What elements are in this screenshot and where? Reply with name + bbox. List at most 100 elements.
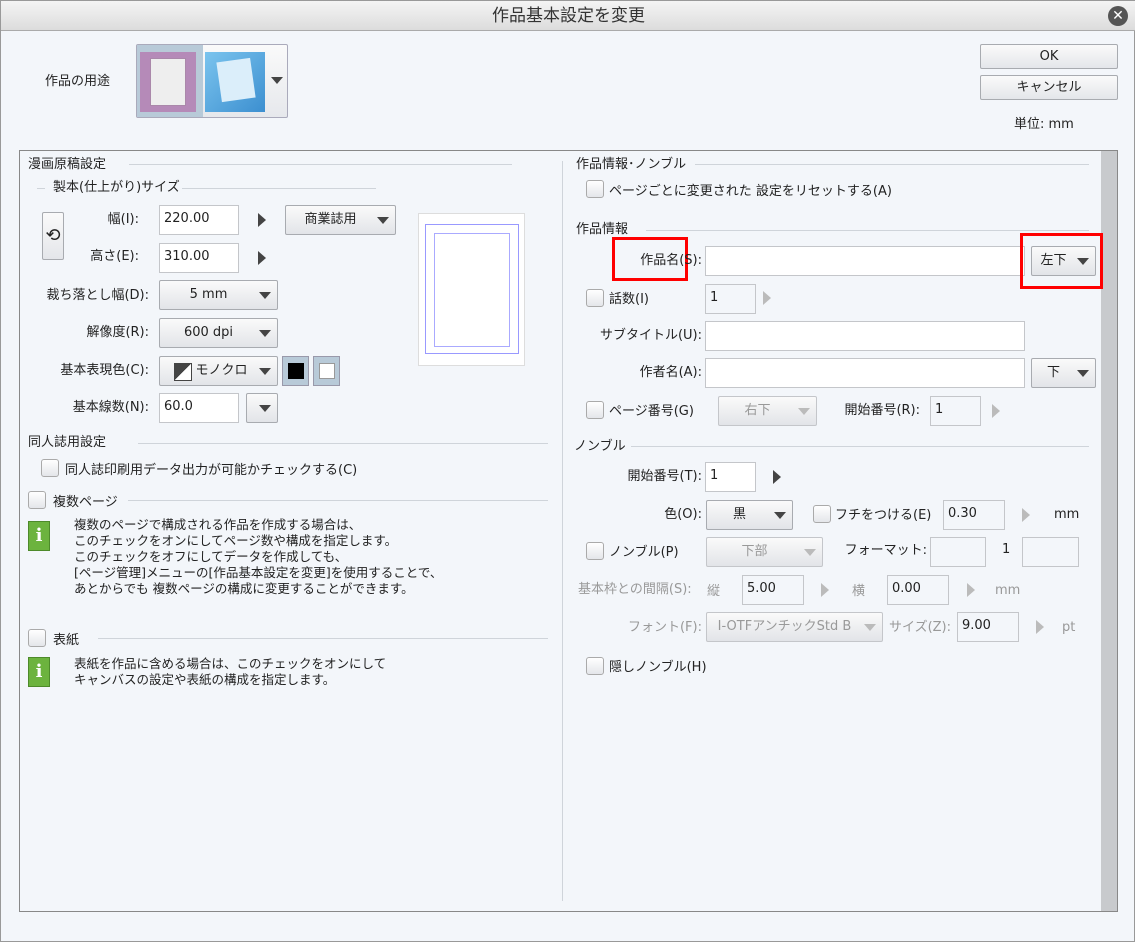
comic-purpose-button[interactable] bbox=[137, 45, 203, 117]
width-arrow-icon[interactable] bbox=[258, 213, 266, 227]
font-label: フォント(F): bbox=[627, 620, 702, 635]
page-number-label: ページ番号(G) bbox=[609, 404, 694, 419]
nombre-color-dropdown[interactable]: 黒 bbox=[706, 500, 793, 530]
nombre-heading: ノンブル bbox=[574, 439, 626, 454]
format-number: 1 bbox=[1002, 542, 1011, 557]
vertical-gap-input[interactable]: 5.00 bbox=[742, 575, 804, 605]
work-info-nombre-heading: 作品情報･ノンブル bbox=[576, 157, 687, 172]
episode-input[interactable]: 1 bbox=[705, 284, 756, 314]
subtitle-input[interactable] bbox=[705, 321, 1025, 351]
size-heading: 製本(仕上がり)サイズ bbox=[53, 180, 180, 195]
resolution-dropdown[interactable]: 600 dpi bbox=[159, 318, 278, 348]
white-color-button[interactable] bbox=[313, 356, 340, 386]
cancel-button[interactable]: キャンセル bbox=[980, 75, 1118, 100]
episode-label: 話数(I) bbox=[609, 292, 649, 307]
height-input[interactable]: 310.00 bbox=[159, 243, 239, 273]
reset-checkbox[interactable] bbox=[586, 180, 604, 198]
vertical-gap-arrow-icon[interactable] bbox=[821, 583, 829, 597]
size-input[interactable]: 9.00 bbox=[957, 612, 1019, 642]
lpi-dropdown[interactable] bbox=[246, 393, 278, 423]
nombre-start-label: 開始番号(T): bbox=[627, 469, 702, 484]
hidden-nombre-checkbox[interactable] bbox=[586, 657, 604, 675]
hidden-nombre-label: 隠しノンブル(H) bbox=[609, 660, 707, 675]
font-dropdown[interactable]: I-OTFアンチックStd B bbox=[706, 612, 883, 642]
size-label: サイズ(Z): bbox=[888, 620, 951, 635]
nombre-start-input[interactable]: 1 bbox=[705, 462, 756, 492]
cover-checkbox[interactable] bbox=[28, 629, 46, 647]
subtitle-label: サブタイトル(U): bbox=[599, 328, 702, 343]
title-bar: 作品基本設定を変更 bbox=[1, 1, 1135, 31]
title-position-dropdown[interactable]: 左下 bbox=[1031, 246, 1096, 276]
reset-label: ページごとに変更された 設定をリセットする(A) bbox=[609, 184, 892, 199]
color-mode-dropdown[interactable]: モノクロ bbox=[159, 356, 278, 386]
border-width-input[interactable]: 0.30 bbox=[943, 500, 1005, 530]
nombre-checkbox[interactable] bbox=[586, 542, 604, 560]
horizontal-label: 横 bbox=[852, 584, 866, 599]
manga-settings-heading: 漫画原稿設定 bbox=[28, 157, 107, 172]
preset-dropdown[interactable]: 商業誌用 bbox=[285, 205, 396, 235]
border-checkbox[interactable] bbox=[813, 505, 831, 523]
episode-arrow-icon[interactable] bbox=[763, 291, 771, 305]
nombre-color-label: 色(O): bbox=[664, 507, 702, 522]
height-arrow-icon[interactable] bbox=[258, 251, 266, 265]
multi-page-info: 複数のページで構成される作品を作成する場合は、 このチェックをオンにしてページ数や… bbox=[74, 517, 443, 596]
height-label: 高さ(E): bbox=[90, 249, 139, 264]
page-start-arrow-icon[interactable] bbox=[992, 404, 1000, 418]
black-color-button[interactable] bbox=[282, 356, 309, 386]
horizontal-gap-arrow-icon[interactable] bbox=[967, 583, 975, 597]
doujin-check-label: 同人誌印刷用データ出力が可能かチェックする(C) bbox=[65, 463, 358, 478]
nombre-position-dropdown[interactable]: 下部 bbox=[706, 537, 823, 567]
border-unit: mm bbox=[1054, 507, 1080, 522]
column-divider bbox=[562, 161, 563, 901]
multi-page-checkbox[interactable] bbox=[28, 491, 46, 509]
page-start-input[interactable]: 1 bbox=[930, 396, 981, 426]
page-start-label: 開始番号(R): bbox=[844, 403, 920, 418]
bleed-dropdown[interactable]: 5 mm bbox=[159, 280, 278, 310]
lpi-label: 基本線数(N): bbox=[72, 400, 149, 415]
border-label: フチをつける(E) bbox=[835, 508, 932, 523]
doujin-heading: 同人誌用設定 bbox=[28, 435, 107, 450]
gap-label: 基本枠との間隔(S): bbox=[578, 582, 692, 597]
episode-checkbox[interactable] bbox=[586, 289, 604, 307]
info-icon: i bbox=[28, 657, 50, 687]
doujin-checkbox[interactable] bbox=[41, 459, 59, 477]
resolution-label: 解像度(R): bbox=[86, 325, 149, 340]
color-mode-label: 基本表現色(C): bbox=[60, 363, 149, 378]
nombre-start-arrow-icon[interactable] bbox=[773, 470, 781, 484]
title-input[interactable] bbox=[705, 246, 1025, 276]
gap-unit: mm bbox=[995, 583, 1021, 598]
horizontal-gap-input[interactable]: 0.00 bbox=[887, 575, 949, 605]
page-preview bbox=[418, 213, 525, 366]
nombre-label: ノンブル(P) bbox=[609, 545, 679, 560]
cover-label: 表紙 bbox=[53, 633, 80, 648]
author-input[interactable] bbox=[705, 358, 1025, 388]
lpi-input[interactable]: 60.0 bbox=[159, 393, 239, 423]
page-number-position-dropdown[interactable]: 右下 bbox=[718, 396, 817, 426]
width-input[interactable]: 220.00 bbox=[159, 205, 239, 235]
border-arrow-icon[interactable] bbox=[1022, 508, 1030, 522]
ok-button[interactable]: OK bbox=[980, 44, 1118, 69]
scrollbar[interactable] bbox=[1101, 151, 1117, 911]
size-arrow-icon[interactable] bbox=[1036, 620, 1044, 634]
multi-page-label: 複数ページ bbox=[53, 495, 118, 510]
comic-icon bbox=[140, 52, 196, 112]
chevron-down-icon[interactable] bbox=[271, 77, 283, 84]
mono-icon bbox=[174, 363, 192, 381]
purpose-label: 作品の用途 bbox=[45, 74, 111, 89]
author-position-dropdown[interactable]: 下 bbox=[1031, 358, 1096, 388]
bleed-label: 裁ち落とし幅(D): bbox=[46, 288, 149, 303]
close-icon[interactable]: ✕ bbox=[1108, 6, 1128, 26]
format-suffix-input[interactable] bbox=[1022, 537, 1079, 567]
cover-info: 表紙を作品に含める場合は、このチェックをオンにして キャンバスの設定や表紙の構成を… bbox=[74, 656, 387, 687]
purpose-selector[interactable] bbox=[136, 44, 288, 118]
size-unit: pt bbox=[1062, 620, 1076, 635]
format-prefix-input[interactable] bbox=[930, 537, 986, 567]
color-mode-value: モノクロ bbox=[195, 363, 248, 378]
page-number-checkbox[interactable] bbox=[586, 401, 604, 419]
unit-label: 単位: mm bbox=[1014, 117, 1074, 132]
illustration-purpose-button[interactable] bbox=[205, 52, 265, 112]
rotate-icon: ⟲ bbox=[45, 225, 61, 246]
swap-orientation-button[interactable]: ⟲ bbox=[42, 212, 64, 260]
title-label: 作品名(S): bbox=[640, 253, 702, 268]
format-label: フォーマット: bbox=[844, 543, 927, 558]
